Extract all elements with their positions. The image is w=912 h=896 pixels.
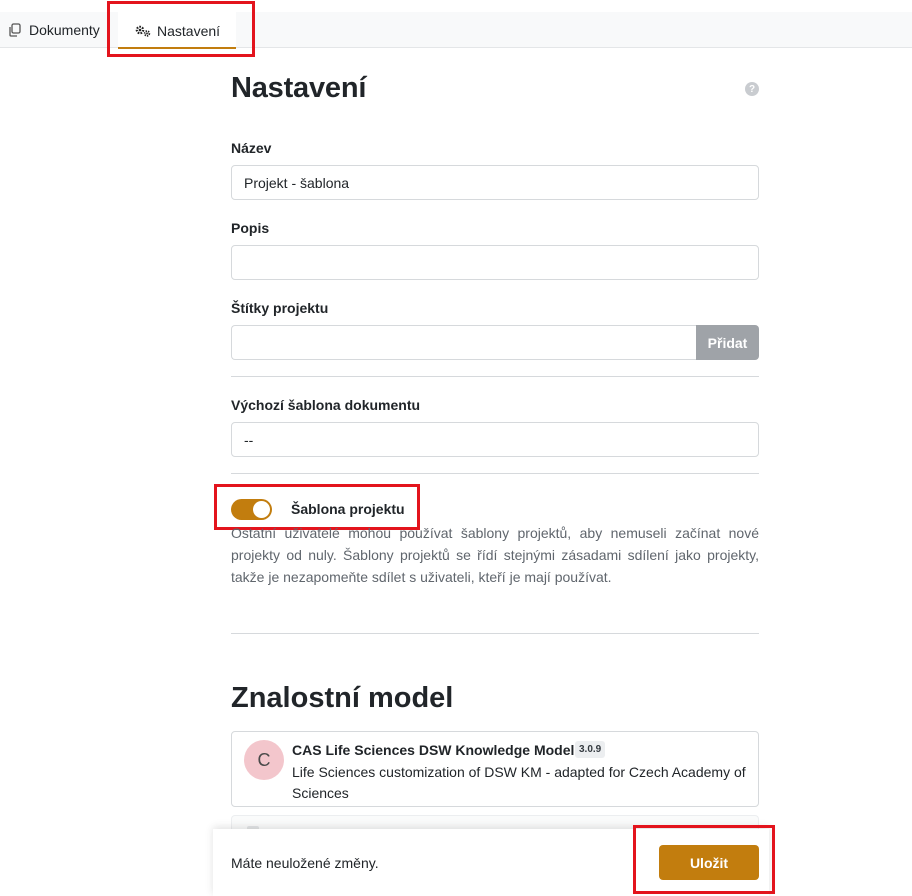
- add-tag-button[interactable]: Přidat: [696, 325, 759, 360]
- tags-input[interactable]: [231, 325, 696, 360]
- save-button[interactable]: Uložit: [659, 845, 759, 880]
- tab-documents-label: Dokumenty: [29, 22, 100, 38]
- tab-documents[interactable]: Dokumenty: [6, 12, 100, 48]
- project-template-help-text: Ostatní uživatelé mohou používat šablony…: [231, 525, 759, 585]
- default-template-select[interactable]: --: [231, 422, 759, 457]
- tab-settings-label: Nastavení: [157, 22, 221, 39]
- divider: [231, 473, 759, 474]
- description-input[interactable]: [231, 245, 759, 280]
- divider: [231, 376, 759, 377]
- project-template-toggle-label[interactable]: Šablona projektu: [291, 501, 405, 517]
- default-template-label: Výchozí šablona dokumentu: [231, 397, 421, 413]
- tab-bar: Dokumenty Nastavení: [0, 12, 912, 49]
- knowledge-model-version-badge: 3.0.9: [575, 741, 606, 758]
- unsaved-changes-bar: Máte neuložené změny. Uložit: [213, 829, 769, 896]
- knowledge-model-title: Znalostní model: [231, 682, 454, 714]
- knowledge-model-card: C CAS Life Sciences DSW Knowledge Model …: [231, 731, 759, 807]
- next-card-peek: [231, 815, 759, 832]
- page-title: Nastavení: [231, 72, 367, 104]
- knowledge-model-name: CAS Life Sciences DSW Knowledge Model: [292, 742, 575, 758]
- name-input[interactable]: Projekt - šablona: [231, 165, 759, 200]
- divider: [231, 633, 759, 634]
- description-label: Popis: [231, 220, 270, 236]
- gears-icon: [134, 22, 152, 40]
- help-icon[interactable]: ?: [745, 82, 759, 96]
- name-input-value: Projekt - šablona: [244, 174, 350, 191]
- unsaved-changes-message: Máte neuložené změny.: [231, 855, 379, 871]
- active-tab-indicator: [118, 47, 237, 49]
- copy-icon: [6, 21, 24, 39]
- tags-input-group: Přidat: [231, 325, 759, 360]
- default-template-value: --: [244, 431, 254, 448]
- knowledge-model-avatar: C: [244, 740, 284, 780]
- name-label: Název: [231, 140, 272, 156]
- knowledge-model-description: Life Sciences customization of DSW KM - …: [292, 764, 746, 801]
- tab-settings[interactable]: Nastavení: [118, 12, 237, 49]
- project-template-toggle[interactable]: [231, 499, 272, 520]
- toggle-knob: [253, 501, 270, 518]
- tags-label: Štítky projektu: [231, 300, 329, 316]
